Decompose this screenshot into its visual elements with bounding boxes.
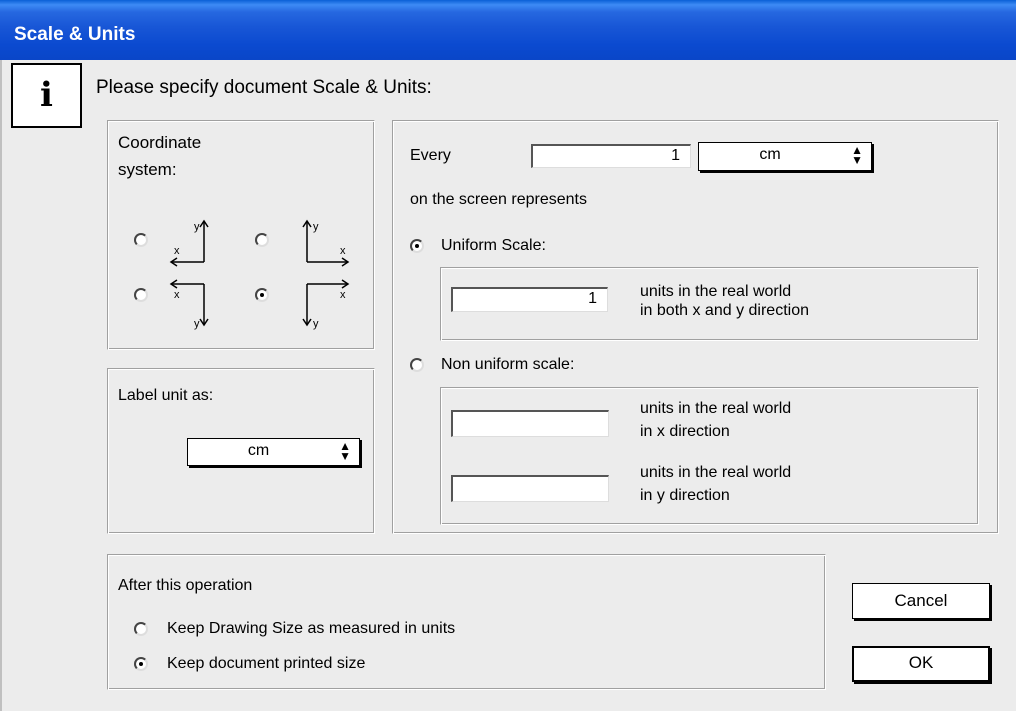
y-desc-1: units in the real world — [640, 464, 792, 481]
ok-button[interactable]: OK — [852, 646, 990, 682]
keep-drawing-size-radio[interactable] — [134, 622, 148, 636]
coord-radio-1[interactable] — [134, 233, 148, 247]
uniform-desc-1: units in the real world — [640, 283, 792, 300]
x-desc-2: in x direction — [640, 423, 730, 440]
cancel-button[interactable]: Cancel — [852, 583, 990, 619]
axes-y-up-x-right-icon: y x — [302, 218, 351, 271]
axes-y-up-x-left-icon: y x — [168, 218, 216, 271]
every-label: Every — [410, 147, 451, 164]
axes-y-down-x-left-icon: y x — [168, 279, 216, 333]
updown-arrows-icon: ▲ ▼ — [851, 143, 863, 167]
keep-drawing-size-label: Keep Drawing Size as measured in units — [167, 620, 456, 637]
window-title: Scale & Units — [14, 24, 136, 45]
axis-y-label: y — [194, 221, 200, 233]
every-unit-value: cm — [759, 146, 781, 163]
coord-radio-2[interactable] — [255, 233, 269, 247]
axis-x-label: x — [174, 245, 180, 257]
axis-x-label: x — [340, 289, 346, 301]
prompt-text: Please specify document Scale & Units: — [96, 77, 432, 98]
updown-arrows-icon: ▲ ▼ — [339, 439, 351, 463]
coordinate-system-label-2: system: — [118, 160, 177, 179]
uniform-desc-2: in both x and y direction — [640, 302, 809, 319]
x-units-input[interactable] — [451, 410, 609, 437]
uniform-scale-radio[interactable] — [410, 239, 424, 253]
axis-x-label: x — [340, 245, 346, 257]
non-uniform-scale-label: Non uniform scale: — [441, 356, 575, 373]
uniform-scale-input[interactable]: 1 — [451, 287, 608, 312]
axis-y-label: y — [313, 318, 319, 330]
non-uniform-scale-radio[interactable] — [410, 358, 424, 372]
coord-radio-3[interactable] — [134, 288, 148, 302]
after-operation-label: After this operation — [118, 577, 253, 594]
label-unit-value: cm — [247, 442, 270, 459]
axis-y-label: y — [194, 318, 200, 330]
every-value-input[interactable]: 1 — [531, 144, 691, 168]
on-screen-label: on the screen represents — [410, 191, 587, 208]
info-icon: i — [11, 63, 82, 128]
coordinate-system-label-1: Coordinate — [118, 133, 202, 152]
uniform-scale-label: Uniform Scale: — [441, 237, 546, 254]
axes-y-down-x-right-icon: y x — [302, 279, 351, 333]
y-units-input[interactable] — [451, 475, 609, 502]
label-unit-label: Label unit as: — [118, 387, 214, 404]
axis-y-label: y — [313, 221, 319, 233]
y-desc-2: in y direction — [640, 487, 730, 504]
coord-radio-4[interactable] — [255, 288, 269, 302]
keep-printed-size-label: Keep document printed size — [167, 655, 366, 672]
axis-x-label: x — [174, 289, 180, 301]
label-unit-select[interactable]: cm ▲ ▼ — [187, 438, 360, 466]
x-desc-1: units in the real world — [640, 400, 792, 417]
keep-printed-size-radio[interactable] — [134, 657, 148, 671]
every-unit-select[interactable]: cm ▲ ▼ — [698, 142, 872, 171]
title-bar[interactable] — [0, 0, 1016, 60]
